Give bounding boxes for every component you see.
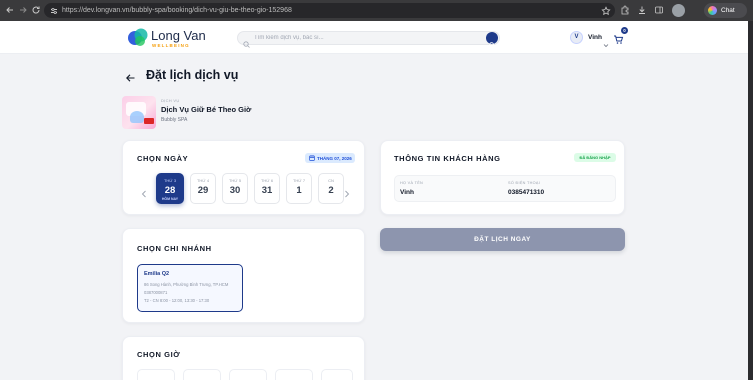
- service-name: Dịch Vụ Giữ Bé Theo Giờ: [161, 105, 252, 114]
- address-bar[interactable]: https://dev.longvan.vn/bubbly-spa/bookin…: [44, 3, 615, 18]
- url-text[interactable]: https://dev.longvan.vn/bubbly-spa/bookin…: [62, 7, 292, 14]
- phone-field: SỐ ĐIỆN THOẠI 0385471310: [503, 176, 614, 203]
- name-field: HỌ VÀ TÊN Vinh: [395, 176, 506, 203]
- day-number: 28: [164, 184, 176, 196]
- time-slot[interactable]: [183, 369, 221, 380]
- day-option[interactable]: CN 2: [318, 173, 344, 204]
- name-field-label: HỌ VÀ TÊN: [400, 181, 424, 185]
- side-panel-icon[interactable]: [654, 5, 664, 15]
- calendar-icon: [309, 155, 315, 162]
- month-label: THÁNG 07, 2026: [317, 155, 352, 161]
- day-option[interactable]: THỨ 4 29: [190, 173, 216, 204]
- forward-icon[interactable]: [18, 5, 28, 15]
- extensions-icon[interactable]: [620, 5, 630, 15]
- branch-section-title: CHỌN CHI NHÁNH: [137, 244, 212, 253]
- customer-info-card: THÔNG TIN KHÁCH HÀNG ĐÃ ĐĂNG NHẬP HỌ VÀ …: [380, 140, 625, 215]
- customer-fields: HỌ VÀ TÊN Vinh SỐ ĐIỆN THOẠI 0385471310: [394, 175, 616, 202]
- day-weekday: THỨ 4: [196, 178, 210, 183]
- book-now-button[interactable]: ĐẶT LỊCH NGAY: [380, 228, 625, 251]
- month-badge[interactable]: THÁNG 07, 2026: [305, 153, 355, 163]
- time-slot[interactable]: [321, 369, 353, 380]
- search-input[interactable]: [254, 33, 484, 43]
- day-number: 1: [296, 184, 302, 196]
- chat-label: Chat: [721, 6, 735, 14]
- name-field-value: Vinh: [400, 188, 414, 196]
- reload-icon[interactable]: [31, 5, 41, 15]
- chat-logo-icon: [708, 6, 717, 15]
- day-number: 29: [197, 184, 209, 196]
- window-scrollbar[interactable]: [748, 21, 753, 380]
- branch-picker-card: CHỌN CHI NHÁNH Emilia Q2 86 Song Hành, P…: [122, 228, 365, 323]
- time-picker-card: CHỌN GIỜ: [122, 336, 365, 380]
- search-icon: [489, 35, 495, 53]
- site-info-icon[interactable]: [49, 6, 59, 16]
- logo-icon[interactable]: [127, 27, 149, 52]
- time-slot[interactable]: [229, 369, 267, 380]
- time-section-title: CHỌN GIỜ: [137, 350, 181, 359]
- download-icon[interactable]: [637, 5, 647, 15]
- chevron-right-icon[interactable]: [344, 185, 350, 203]
- chevron-down-icon[interactable]: [603, 35, 609, 53]
- branch-address: 86 Song Hành, Phường Bình Trưng, TP.HCM: [144, 282, 229, 287]
- day-weekday: THỨ 5: [228, 178, 242, 183]
- service-provider: Bubbly SPA: [161, 117, 188, 123]
- star-icon[interactable]: [601, 5, 611, 16]
- search-icon: [243, 35, 250, 53]
- today-label: HÔM NAY: [161, 197, 179, 201]
- day-weekday: THỨ 7: [292, 178, 306, 183]
- time-slot[interactable]: [275, 369, 313, 380]
- day-weekday: THỨ 6: [260, 178, 274, 183]
- user-avatar[interactable]: V: [570, 31, 583, 44]
- user-name[interactable]: Vinh: [588, 34, 602, 41]
- logo-tagline: WELLBEING: [152, 43, 190, 48]
- page-title: Đặt lịch dịch vụ: [146, 68, 239, 82]
- service-category: DỊCH VỤ: [161, 98, 180, 103]
- day-weekday: THỨ 3: [163, 178, 177, 183]
- back-icon[interactable]: [5, 5, 15, 15]
- logo-name[interactable]: Long Van: [151, 28, 206, 43]
- day-number: 30: [229, 184, 241, 196]
- day-option[interactable]: THỨ 7 1: [286, 173, 312, 204]
- day-number: 31: [261, 184, 273, 196]
- chevron-left-icon[interactable]: [141, 185, 147, 203]
- time-slot[interactable]: [137, 369, 175, 380]
- phone-field-value: 0385471310: [508, 188, 545, 196]
- date-picker-card: CHỌN NGÀY THÁNG 07, 2026 THỨ 3 28 HÔM NA…: [122, 140, 365, 215]
- search-button[interactable]: [486, 32, 498, 48]
- day-weekday: CN: [328, 178, 334, 183]
- day-option[interactable]: THỨ 3 28 HÔM NAY: [156, 173, 184, 204]
- day-option[interactable]: THỨ 5 30: [222, 173, 248, 204]
- branch-phone: 0387000871: [144, 290, 168, 295]
- search-bar[interactable]: [237, 31, 500, 48]
- chat-button[interactable]: Chat: [704, 3, 747, 18]
- branch-hours: T2 - CN 8:00 - 12:00, 13:30 - 17:30: [144, 298, 210, 303]
- service-thumbnail: [122, 96, 156, 129]
- browser-toolbar: https://dev.longvan.vn/bubbly-spa/bookin…: [0, 0, 753, 21]
- cart-icon[interactable]: [613, 32, 624, 50]
- customer-section-title: THÔNG TIN KHÁCH HÀNG: [394, 154, 501, 163]
- date-section-title: CHỌN NGÀY: [137, 154, 189, 163]
- arrow-left-icon[interactable]: [125, 70, 136, 88]
- branch-option[interactable]: Emilia Q2 86 Song Hành, Phường Bình Trưn…: [137, 264, 243, 312]
- day-option[interactable]: THỨ 6 31: [254, 173, 280, 204]
- day-number: 2: [328, 184, 334, 196]
- phone-field-label: SỐ ĐIỆN THOẠI: [508, 181, 541, 185]
- login-status-badge: ĐÃ ĐĂNG NHẬP: [574, 153, 616, 162]
- cart-count-badge: 0: [621, 27, 628, 34]
- branch-name: Emilia Q2: [144, 271, 170, 277]
- browser-profile-avatar[interactable]: [672, 4, 685, 17]
